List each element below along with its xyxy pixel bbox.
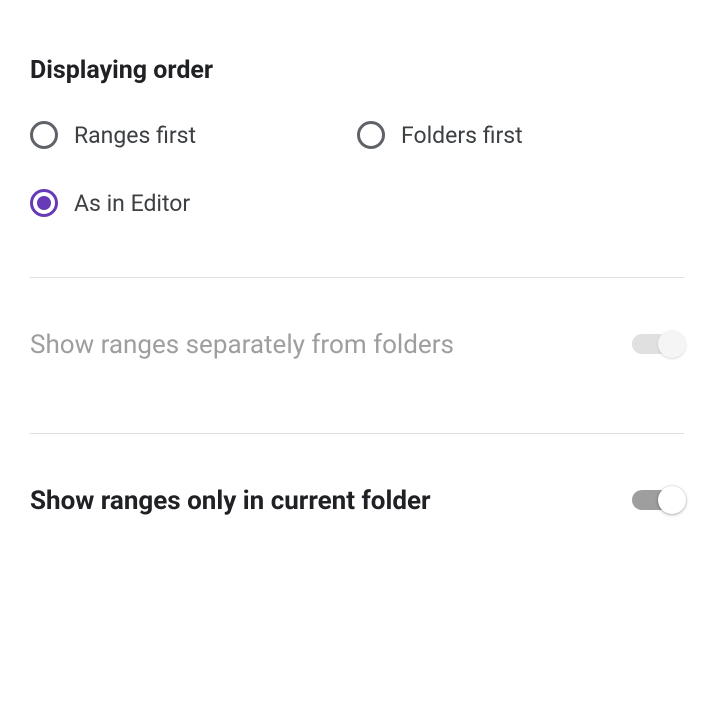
radio-folders-first[interactable]: Folders first <box>357 121 684 149</box>
toggle-knob <box>658 330 686 358</box>
displaying-order-title: Displaying order <box>30 56 684 85</box>
radio-label-folders-first: Folders first <box>401 122 523 149</box>
radio-as-in-editor[interactable]: As in Editor <box>30 189 357 217</box>
row-show-ranges-current-folder: Show ranges only in current folder <box>30 434 684 569</box>
label-show-ranges-current-folder: Show ranges only in current folder <box>30 484 431 519</box>
toggle-show-ranges-current-folder[interactable] <box>632 490 684 510</box>
row-show-ranges-separately: Show ranges separately from folders <box>30 278 684 413</box>
displaying-order-radio-group: Ranges first Folders first As in Editor <box>30 121 684 257</box>
label-show-ranges-separately: Show ranges separately from folders <box>30 328 454 363</box>
radio-ranges-first[interactable]: Ranges first <box>30 121 357 149</box>
radio-label-ranges-first: Ranges first <box>74 122 196 149</box>
toggle-show-ranges-separately <box>632 334 684 354</box>
radio-icon-selected <box>30 189 58 217</box>
radio-icon <box>30 121 58 149</box>
radio-icon <box>357 121 385 149</box>
radio-label-as-in-editor: As in Editor <box>74 190 190 217</box>
toggle-knob <box>658 486 686 514</box>
